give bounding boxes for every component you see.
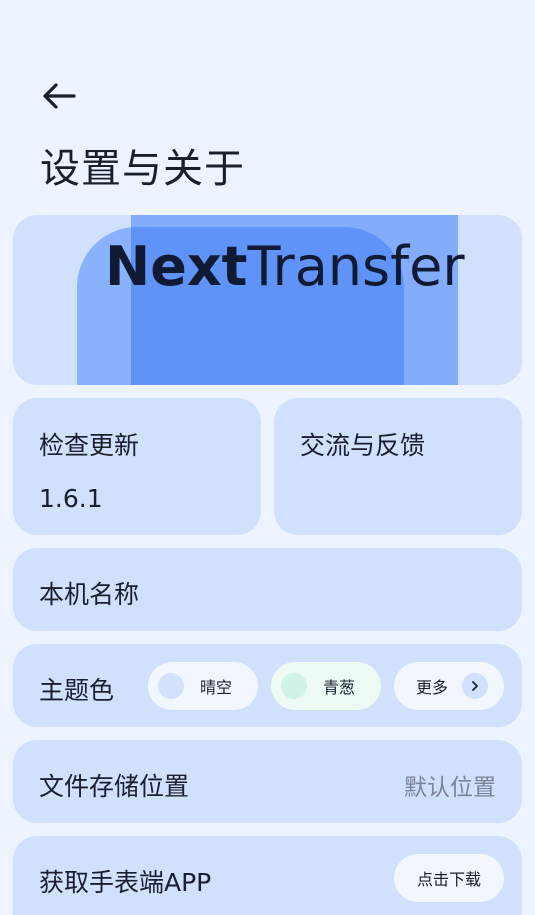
theme-option-qingkong[interactable]: 晴空: [148, 662, 258, 710]
theme-more-label: 更多: [416, 678, 449, 697]
feedback-card[interactable]: 交流与反馈: [274, 398, 522, 535]
page-title: 设置与关于: [40, 146, 245, 192]
download-button-label: 点击下载: [416, 870, 481, 889]
app-logo-regular: Transfer: [247, 235, 465, 298]
chevron-right-icon: [462, 673, 489, 699]
device-name-label: 本机名称: [39, 580, 140, 609]
storage-location-value: 默认位置: [404, 775, 496, 801]
check-update-card[interactable]: 检查更新 1.6.1: [13, 398, 261, 535]
device-name-card[interactable]: 本机名称: [13, 548, 522, 631]
watch-app-label: 获取手表端APP: [39, 868, 212, 897]
app-banner: NextTransfer: [13, 215, 522, 385]
download-button[interactable]: 点击下载: [394, 854, 504, 902]
theme-color-card: 主题色 晴空 青葱 更多: [13, 644, 522, 727]
app-logo-bold: Next: [105, 235, 248, 298]
feedback-label: 交流与反馈: [300, 431, 426, 460]
version-text: 1.6.1: [39, 484, 103, 513]
app-logo: NextTransfer: [105, 235, 465, 298]
back-button[interactable]: [40, 78, 78, 114]
arrow-left-icon: [43, 83, 76, 109]
theme-swatch: [281, 673, 307, 699]
storage-location-label: 文件存储位置: [39, 772, 190, 801]
theme-color-label: 主题色: [39, 676, 115, 705]
theme-option-label: 青葱: [323, 678, 356, 697]
check-update-label: 检查更新: [39, 431, 140, 460]
storage-location-card[interactable]: 文件存储位置 默认位置: [13, 740, 522, 823]
watch-app-card: 获取手表端APP 点击下载: [13, 836, 522, 915]
theme-more-button[interactable]: 更多: [394, 662, 504, 710]
theme-swatch: [158, 673, 184, 699]
theme-option-label: 晴空: [200, 678, 233, 697]
theme-option-qingcong[interactable]: 青葱: [271, 662, 381, 710]
